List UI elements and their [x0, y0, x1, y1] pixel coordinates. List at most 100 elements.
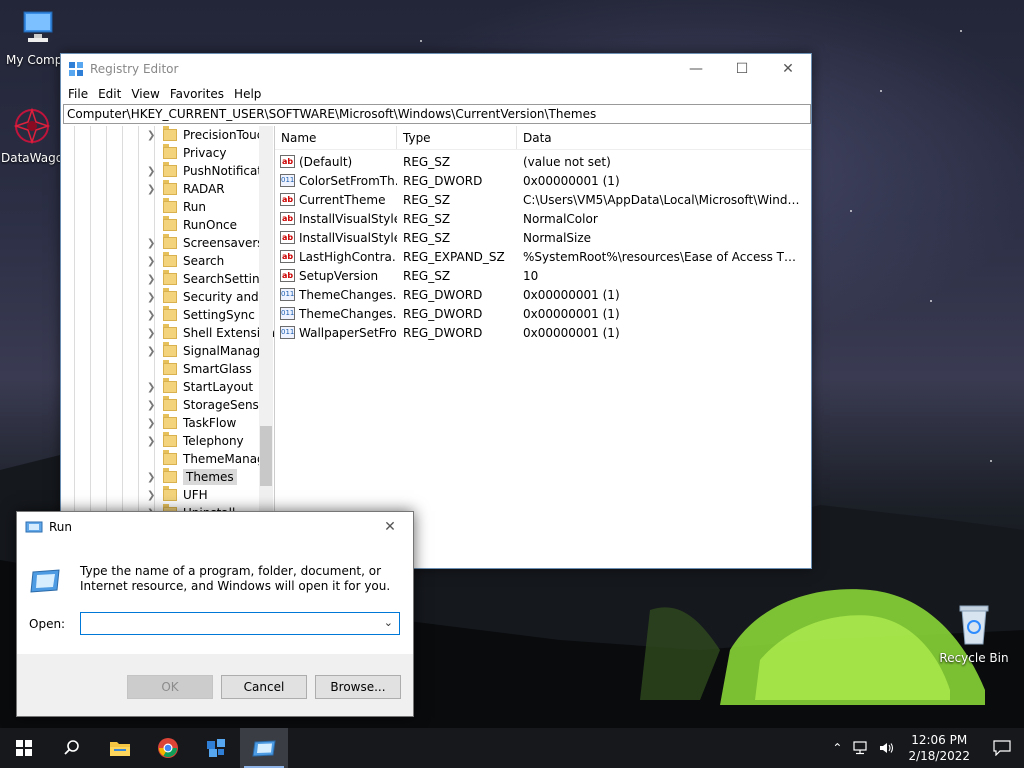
- volume-icon[interactable]: [878, 741, 896, 755]
- tree-item[interactable]: SmartGlass: [147, 360, 252, 378]
- notifications-button[interactable]: [980, 728, 1024, 768]
- table-row[interactable]: ab CurrentTheme REG_SZ C:\Users\VM5\AppData…: [275, 190, 811, 209]
- browse-button[interactable]: Browse...: [315, 675, 401, 699]
- chevron-right-icon[interactable]: ❯: [147, 238, 157, 249]
- chevron-right-icon[interactable]: ❯: [147, 166, 157, 177]
- tree-item[interactable]: ❯ TaskFlow: [147, 414, 236, 432]
- chevron-right-icon[interactable]: ❯: [147, 328, 157, 339]
- file-explorer-button[interactable]: [96, 728, 144, 768]
- ok-button[interactable]: OK: [127, 675, 213, 699]
- tree-item[interactable]: Run: [147, 198, 206, 216]
- taskbar: ⌃ 12:06 PM 2/18/2022: [0, 728, 1024, 768]
- menu-help[interactable]: Help: [229, 87, 266, 101]
- chevron-right-icon[interactable]: ❯: [147, 184, 157, 195]
- table-row[interactable]: ab InstallVisualStyle... REG_SZ NormalColor: [275, 209, 811, 228]
- search-button[interactable]: [48, 728, 96, 768]
- value-rows: ab (Default) REG_SZ (value not set) 011 Color…: [275, 150, 811, 342]
- tree-item[interactable]: ❯ PrecisionToucl: [147, 126, 267, 144]
- value-data: 10: [523, 268, 539, 283]
- chevron-right-icon[interactable]: ❯: [147, 130, 157, 141]
- tree-item[interactable]: ❯ Security and M: [147, 288, 273, 306]
- value-type: REG_EXPAND_SZ: [403, 249, 505, 264]
- desktop-icon-recycle-bin[interactable]: Recycle Bin: [936, 602, 1012, 665]
- address-bar[interactable]: Computer\HKEY_CURRENT_USER\SOFTWARE\Micr…: [63, 104, 811, 124]
- chevron-right-icon[interactable]: ❯: [147, 436, 157, 447]
- value-type: REG_SZ: [403, 154, 451, 169]
- folder-icon: [163, 126, 177, 141]
- run-dialog: Run ✕ Type the name of a program, folder…: [16, 511, 414, 717]
- start-button[interactable]: [0, 728, 48, 768]
- tree-item[interactable]: ThemeManage: [147, 450, 272, 468]
- tree-item[interactable]: ❯ Screensavers: [147, 234, 264, 252]
- chevron-right-icon[interactable]: ❯: [147, 346, 157, 357]
- regedit-taskbar-button[interactable]: [192, 728, 240, 768]
- folder-icon: [163, 378, 177, 393]
- tree-item[interactable]: ❯ SettingSync: [147, 306, 255, 324]
- menu-favorites[interactable]: Favorites: [165, 87, 229, 101]
- value-type: REG_SZ: [403, 211, 451, 226]
- tree-item[interactable]: ❯ Telephony: [147, 432, 244, 450]
- title-bar[interactable]: Registry Editor — ☐ ✕: [61, 54, 811, 84]
- table-row[interactable]: 011 ThemeChanges... REG_DWORD 0x00000001 (1…: [275, 304, 811, 323]
- table-row[interactable]: 011 ColorSetFromTh... REG_DWORD 0x00000001 …: [275, 171, 811, 190]
- tree-item[interactable]: ❯ UFH: [147, 486, 208, 504]
- menu-view[interactable]: View: [126, 87, 164, 101]
- close-button[interactable]: ✕: [765, 54, 811, 84]
- tree-item[interactable]: Privacy: [147, 144, 226, 162]
- clock[interactable]: 12:06 PM 2/18/2022: [908, 732, 970, 764]
- tree-item[interactable]: ❯ StartLayout: [147, 378, 253, 396]
- column-name[interactable]: Name: [275, 126, 397, 149]
- table-row[interactable]: ab SetupVersion REG_SZ 10: [275, 266, 811, 285]
- chevron-right-icon[interactable]: ❯: [147, 274, 157, 285]
- table-row[interactable]: 011 ThemeChanges... REG_DWORD 0x00000001 (1…: [275, 285, 811, 304]
- value-data: 0x00000001 (1): [523, 306, 620, 321]
- table-row[interactable]: ab InstallVisualStyle... REG_SZ NormalSize: [275, 228, 811, 247]
- tree-item[interactable]: ❯ Shell Extension: [147, 324, 274, 342]
- tree-item[interactable]: ❯ SignalManage: [147, 342, 268, 360]
- run-taskbar-button[interactable]: [240, 728, 288, 768]
- column-data[interactable]: Data: [517, 126, 802, 149]
- open-combobox[interactable]: ⌄: [80, 612, 400, 635]
- table-row[interactable]: ab (Default) REG_SZ (value not set): [275, 152, 811, 171]
- network-icon[interactable]: [852, 741, 870, 755]
- chevron-right-icon[interactable]: ❯: [147, 418, 157, 429]
- folder-icon: [163, 234, 177, 249]
- tree-item[interactable]: ❯ SearchSettings: [147, 270, 273, 288]
- values-list: Name Type Data ab (Default) REG_SZ (value n…: [275, 126, 811, 568]
- run-close-button[interactable]: ✕: [367, 512, 413, 542]
- tree-item[interactable]: ❯ Search: [147, 252, 224, 270]
- table-row[interactable]: 011 WallpaperSetFro... REG_DWORD 0x00000001…: [275, 323, 811, 342]
- maximize-button[interactable]: ☐: [719, 54, 765, 84]
- cancel-button[interactable]: Cancel: [221, 675, 307, 699]
- tree-item[interactable]: ❯ StorageSense: [147, 396, 266, 414]
- string-value-icon: ab: [280, 269, 295, 282]
- tree-item[interactable]: ❯ Themes: [147, 468, 237, 486]
- recycle-bin-icon: [959, 605, 989, 645]
- chevron-right-icon[interactable]: ❯: [147, 472, 157, 483]
- chevron-right-icon[interactable]: ❯: [147, 382, 157, 393]
- tree-scrollbar[interactable]: [259, 126, 273, 568]
- value-name-cell: ab CurrentTheme: [275, 193, 397, 207]
- chrome-button[interactable]: [144, 728, 192, 768]
- chevron-right-icon[interactable]: ❯: [147, 292, 157, 303]
- chevron-right-icon[interactable]: ❯: [147, 400, 157, 411]
- chevron-right-icon[interactable]: ❯: [147, 256, 157, 267]
- value-name-cell: 011 ThemeChanges...: [275, 288, 397, 302]
- menu-edit[interactable]: Edit: [93, 87, 126, 101]
- tree-item[interactable]: RunOnce: [147, 216, 237, 234]
- table-row[interactable]: ab LastHighContra... REG_EXPAND_SZ %SystemR…: [275, 247, 811, 266]
- tree-item-label: Privacy: [183, 146, 227, 160]
- tree-scrollbar-thumb[interactable]: [260, 426, 272, 486]
- tree-item[interactable]: ❯ PushNotificati: [147, 162, 265, 180]
- chevron-down-icon[interactable]: ⌄: [384, 616, 393, 629]
- column-type[interactable]: Type: [397, 126, 517, 149]
- tree-item[interactable]: ❯ RADAR: [147, 180, 225, 198]
- menu-file[interactable]: File: [63, 87, 93, 101]
- chevron-up-icon[interactable]: ⌃: [826, 741, 848, 755]
- regedit-icon: [207, 739, 225, 757]
- chevron-right-icon[interactable]: ❯: [147, 310, 157, 321]
- clock-time: 12:06 PM: [911, 733, 968, 747]
- minimize-button[interactable]: —: [673, 54, 719, 84]
- run-title-bar[interactable]: Run ✕: [17, 512, 413, 542]
- chevron-right-icon[interactable]: ❯: [147, 490, 157, 501]
